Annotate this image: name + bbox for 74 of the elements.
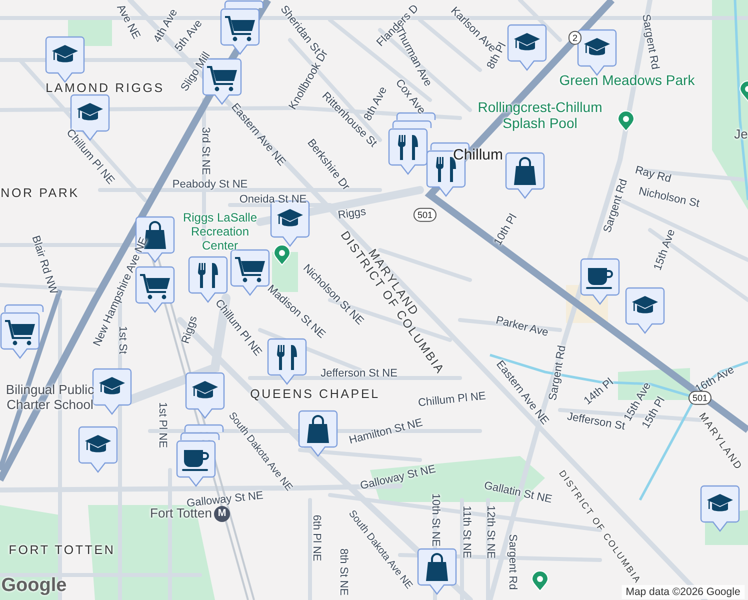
street-label: Blair Rd NW (28, 234, 60, 296)
neighborhood-label: FORT TOTTEN (8, 542, 116, 558)
street-label: 3rd St NE (198, 127, 212, 175)
street-label: Sargent Rd (506, 534, 518, 590)
shopping-bag-marker[interactable] (298, 410, 338, 458)
street-label: Galloway St NE (359, 463, 437, 493)
cart-icon (207, 66, 237, 92)
street-label: 12th St NE (484, 505, 496, 559)
street-label: Sargent Rd (546, 344, 570, 402)
graduation-cap-icon (584, 38, 610, 56)
graduation-cap-marker[interactable] (78, 426, 118, 474)
park-pin-icon[interactable] (617, 110, 635, 132)
street-label: 10th St NE (428, 493, 442, 547)
street-label: 8th Ave (362, 84, 390, 123)
park-label: Green Meadows Park (559, 72, 695, 88)
graduation-cap-icon (99, 377, 125, 394)
street-label: Sargent Rd (638, 14, 662, 70)
graduation-cap-icon (632, 296, 658, 314)
park-label: Rollingcrest-Chillum Splash Pool (476, 98, 604, 132)
neighborhood-label: LAMOND RIGGS (46, 80, 164, 96)
park-pin-icon[interactable] (531, 570, 549, 592)
street-label: Jefferson St NE (320, 368, 398, 380)
street-label: Gallatin St NE (482, 480, 554, 506)
map-attribution[interactable]: Map data ©2026 Google (622, 584, 744, 600)
graduation-cap-icon (277, 209, 303, 226)
shopping-bag-icon (426, 553, 448, 581)
graduation-cap-icon (192, 381, 218, 398)
shopping-bag-icon (514, 157, 536, 185)
shopping-bag-icon (307, 415, 329, 443)
cart-icon (5, 320, 35, 346)
graduation-cap-marker[interactable] (507, 24, 547, 72)
street-label: Chillum Pl NE (418, 390, 486, 410)
street-label: Ray Rd (634, 164, 672, 186)
cart-icon (235, 257, 265, 282)
street-label: 6th Pl NE (310, 514, 322, 562)
graduation-cap-marker[interactable] (185, 372, 225, 420)
fork-knife-icon (198, 263, 218, 288)
place-label: Je (734, 128, 748, 142)
cart-icon (225, 16, 255, 42)
graduation-cap-icon (707, 494, 733, 512)
street-label: 14th Pl (582, 376, 616, 408)
street-label: 15th Ave (652, 228, 678, 272)
street-label: 1st St (116, 326, 128, 354)
park-label: Riggs LaSalle Recreation Center (182, 211, 258, 253)
street-label: Riggs (180, 314, 200, 346)
shopping-bag-marker[interactable] (417, 548, 457, 596)
graduation-cap-marker[interactable] (700, 485, 740, 533)
street-label: Jefferson St (566, 410, 626, 434)
street-label: Hamilton St NE (348, 416, 424, 448)
street-label: 11th St NE (460, 506, 472, 558)
graduation-cap-icon (77, 103, 103, 120)
street-label: 1st Pl NE (156, 402, 168, 448)
street-label: 8th St NE (336, 548, 350, 596)
coffee-cup-icon (182, 450, 209, 471)
coffee-cup-icon (586, 268, 613, 289)
street-label: Peabody St NE (172, 178, 248, 192)
street-label: Nicholson St (637, 185, 701, 211)
neighborhood-label: QUEENS CHAPEL (250, 386, 380, 402)
shopping-bag-marker[interactable] (505, 152, 545, 200)
fork-knife-icon (398, 135, 418, 160)
street-label: Sargent Rd (601, 178, 631, 234)
graduation-cap-marker[interactable] (625, 287, 665, 335)
cart-icon (140, 274, 170, 300)
neighborhood-label: NOR PARK (0, 186, 80, 200)
google-logo[interactable]: Google (1, 575, 67, 597)
street-label: Ave NE (114, 2, 142, 42)
park-pin-icon[interactable] (273, 244, 291, 266)
fork-knife-icon (277, 345, 297, 370)
graduation-cap-icon (85, 435, 111, 452)
graduation-cap-icon (514, 33, 540, 50)
street-label: Parker Ave (494, 314, 550, 340)
graduation-cap-icon (52, 45, 78, 62)
graduation-cap-marker[interactable] (92, 368, 132, 416)
street-label: Riggs (337, 206, 367, 222)
